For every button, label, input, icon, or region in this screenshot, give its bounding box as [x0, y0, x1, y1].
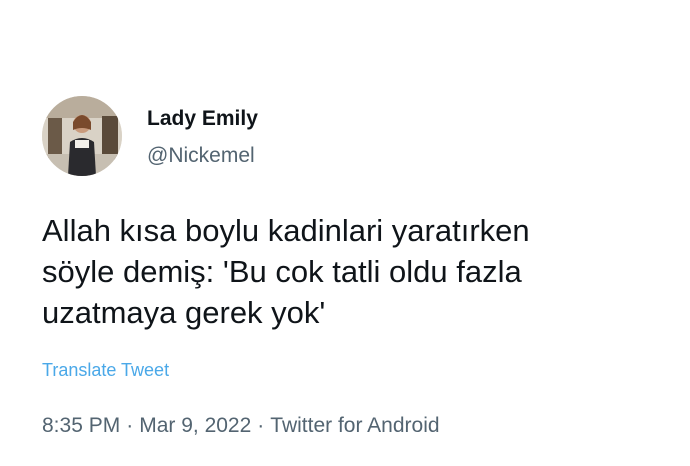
profile-photo-icon — [42, 96, 122, 176]
tweet-text-line: söyle demiş: 'Bu cok tatli oldu fazla — [42, 254, 522, 289]
tweet-text-line: uzatmaya gerek yok' — [42, 295, 326, 330]
separator: · — [257, 414, 265, 437]
tweet-source[interactable]: Twitter for Android — [270, 414, 439, 437]
tweet-time[interactable]: 8:35 PM — [42, 414, 120, 437]
tweet-metadata: 8:35 PM · Mar 9, 2022 · Twitter for Android — [42, 414, 440, 438]
tweet-date[interactable]: Mar 9, 2022 — [139, 414, 251, 437]
tweet-text-line: Allah kısa boylu kadinlari yaratırken — [42, 213, 530, 248]
user-display-name[interactable]: Lady Emily — [147, 107, 258, 131]
avatar[interactable] — [42, 96, 122, 176]
user-handle[interactable]: @Nickemel — [147, 144, 255, 168]
translate-tweet-link[interactable]: Translate Tweet — [42, 360, 169, 381]
separator: · — [126, 414, 134, 437]
tweet-text: Allah kısa boylu kadinlari yaratırken sö… — [42, 210, 672, 333]
tweet-card: Lady Emily @Nickemel Allah kısa boylu ka… — [0, 0, 690, 466]
